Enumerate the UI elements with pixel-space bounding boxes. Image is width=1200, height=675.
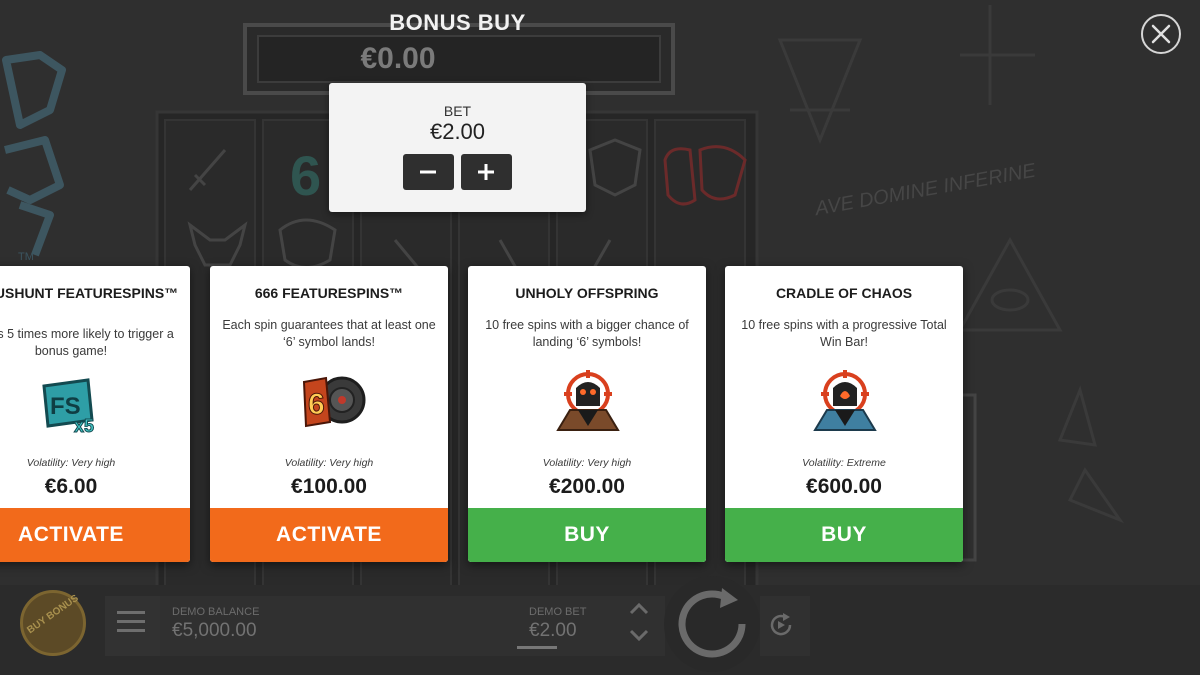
bonus-card-bonushunt: BONUSHUNT FEATURESPINS™ spin is 5 times …	[0, 266, 190, 562]
card-description: 10 free spins with a bigger chance of la…	[485, 318, 689, 349]
card-description: spin is 5 times more likely to trigger a…	[0, 327, 174, 358]
card-description: Each spin guarantees that at least one ‘…	[222, 318, 436, 349]
six-wheel-icon: 6	[302, 376, 366, 428]
fs-x5-icon: FS x5	[42, 378, 95, 437]
bonus-card-cradle-of-chaos: CRADLE OF CHAOS 10 free spins with a pro…	[725, 266, 963, 562]
skull-blue-icon	[813, 370, 877, 431]
activate-button[interactable]: ACTIVATE	[210, 508, 448, 562]
bet-label: BET	[443, 103, 472, 119]
chevron-down-icon[interactable]	[628, 628, 650, 642]
card-price: €200.00	[549, 475, 625, 498]
autoplay-icon[interactable]	[768, 612, 794, 638]
menu-icon[interactable]	[117, 610, 145, 634]
svg-text:6: 6	[290, 144, 321, 207]
chevron-up-icon[interactable]	[628, 602, 650, 616]
card-price: €600.00	[806, 475, 882, 498]
card-title: BONUSHUNT FEATURESPINS™	[0, 285, 179, 301]
activate-button[interactable]: ACTIVATE	[0, 508, 190, 562]
spin-icon[interactable]	[672, 584, 752, 664]
plus-icon	[478, 164, 494, 180]
bonus-card-666-featurespins: 666 FEATURESPINS™ Each spin guarantees t…	[210, 266, 448, 562]
bet-decrease-button[interactable]	[403, 154, 454, 190]
buy-button[interactable]: BUY	[725, 508, 963, 562]
close-icon	[1151, 24, 1171, 44]
svg-text:6: 6	[308, 388, 325, 421]
card-volatility: Volatility: Very high	[284, 457, 374, 469]
card-title: CRADLE OF CHAOS	[775, 285, 913, 301]
buy-bonus-label: BUY BONUS	[25, 592, 81, 637]
card-volatility: Volatility: Very high	[26, 457, 116, 469]
bet-panel: BET €2.00	[329, 83, 586, 212]
card-title: UNHOLY OFFSPRING	[515, 285, 659, 301]
svg-text:x5: x5	[74, 416, 94, 436]
buy-button[interactable]: BUY	[468, 508, 706, 562]
buy-bonus-button[interactable]: BUY BONUS	[20, 590, 86, 656]
close-button[interactable]	[1141, 14, 1181, 54]
balance-value: €5,000.00	[172, 620, 257, 641]
minus-icon	[420, 170, 436, 174]
bet-value: €2.00	[429, 119, 486, 144]
card-volatility: Volatility: Very high	[542, 457, 632, 469]
bet-increase-button[interactable]	[461, 154, 512, 190]
card-title: 666 FEATURESPINS™	[254, 285, 404, 301]
win-display: €0.00	[360, 42, 436, 75]
page-title: BONUS BUY	[389, 10, 526, 35]
demo-bet-value: €2.00	[529, 620, 577, 641]
skull-orange-icon	[556, 370, 620, 431]
card-price: €100.00	[291, 475, 367, 498]
card-volatility: Volatility: Extreme	[802, 457, 886, 469]
card-price: €6.00	[44, 475, 98, 498]
bonus-card-unholy-offspring: UNHOLY OFFSPRING 10 free spins with a bi…	[468, 266, 706, 562]
svg-text:TM: TM	[18, 251, 34, 263]
card-description: 10 free spins with a progressive Total W…	[741, 318, 947, 349]
demo-bet-label: DEMO BET	[529, 606, 587, 618]
balance-label: DEMO BALANCE	[172, 606, 260, 618]
